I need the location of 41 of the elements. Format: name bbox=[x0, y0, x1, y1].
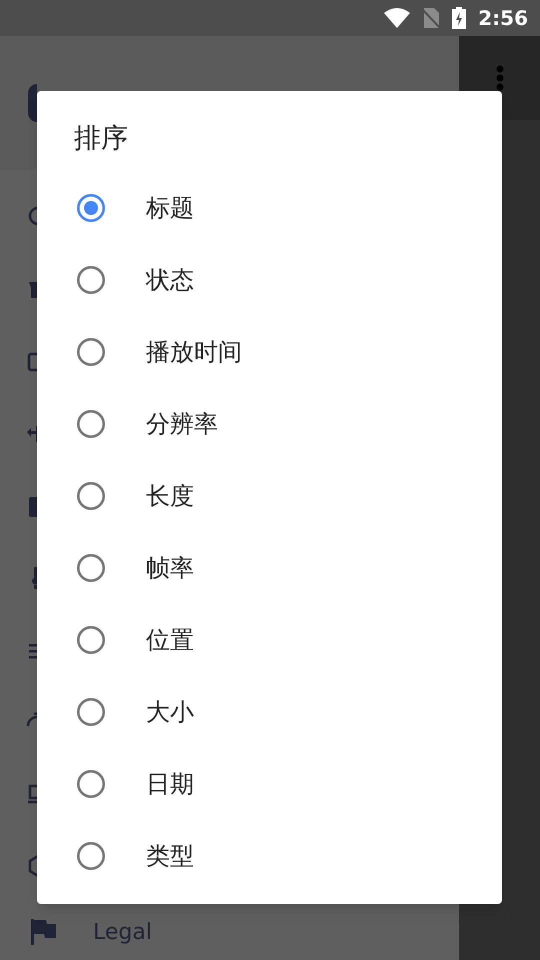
radio-button[interactable] bbox=[77, 770, 105, 798]
drawer-item-icon[interactable] bbox=[26, 782, 37, 806]
option-label: 日期 bbox=[146, 769, 194, 800]
option-label: 分辨率 bbox=[146, 409, 218, 440]
option-label: 帧率 bbox=[146, 553, 194, 584]
radio-button[interactable] bbox=[77, 266, 105, 294]
status-time: 2:56 bbox=[478, 5, 528, 32]
no-sim-icon bbox=[422, 8, 440, 28]
sort-option[interactable]: 标题 bbox=[37, 172, 502, 244]
option-label: 状态 bbox=[146, 265, 194, 296]
sort-option[interactable]: 类型 bbox=[37, 820, 502, 892]
wifi-icon bbox=[384, 8, 410, 28]
radio-button[interactable] bbox=[77, 194, 105, 222]
option-label: 播放时间 bbox=[146, 337, 242, 368]
radio-button[interactable] bbox=[77, 842, 105, 870]
option-label: 位置 bbox=[146, 625, 194, 656]
radio-button[interactable] bbox=[77, 698, 105, 726]
drawer-item-icon[interactable] bbox=[26, 350, 37, 374]
sort-option[interactable]: 播放时间 bbox=[37, 316, 502, 388]
drawer-item-icon[interactable] bbox=[26, 854, 37, 878]
option-label: 标题 bbox=[146, 193, 194, 224]
avatar bbox=[28, 84, 37, 122]
flag-icon bbox=[30, 918, 57, 946]
sort-option[interactable]: 日期 bbox=[37, 748, 502, 820]
dialog-title: 排序 bbox=[74, 122, 128, 156]
radio-button[interactable] bbox=[77, 410, 105, 438]
option-label: 类型 bbox=[146, 841, 194, 872]
battery-charging-icon bbox=[452, 7, 466, 29]
option-label: 长度 bbox=[146, 481, 194, 512]
drawer-item-icon[interactable] bbox=[26, 494, 37, 518]
sort-option[interactable]: 帧率 bbox=[37, 532, 502, 604]
radio-button[interactable] bbox=[77, 554, 105, 582]
option-label: 大小 bbox=[146, 697, 194, 728]
sort-option[interactable]: 状态 bbox=[37, 244, 502, 316]
sort-option[interactable]: 位置 bbox=[37, 604, 502, 676]
sort-option[interactable]: 分辨率 bbox=[37, 388, 502, 460]
sort-option[interactable]: 大小 bbox=[37, 676, 502, 748]
sort-option[interactable]: 长度 bbox=[37, 460, 502, 532]
radio-button[interactable] bbox=[77, 482, 105, 510]
radio-button[interactable] bbox=[77, 338, 105, 366]
radio-button[interactable] bbox=[77, 626, 105, 654]
